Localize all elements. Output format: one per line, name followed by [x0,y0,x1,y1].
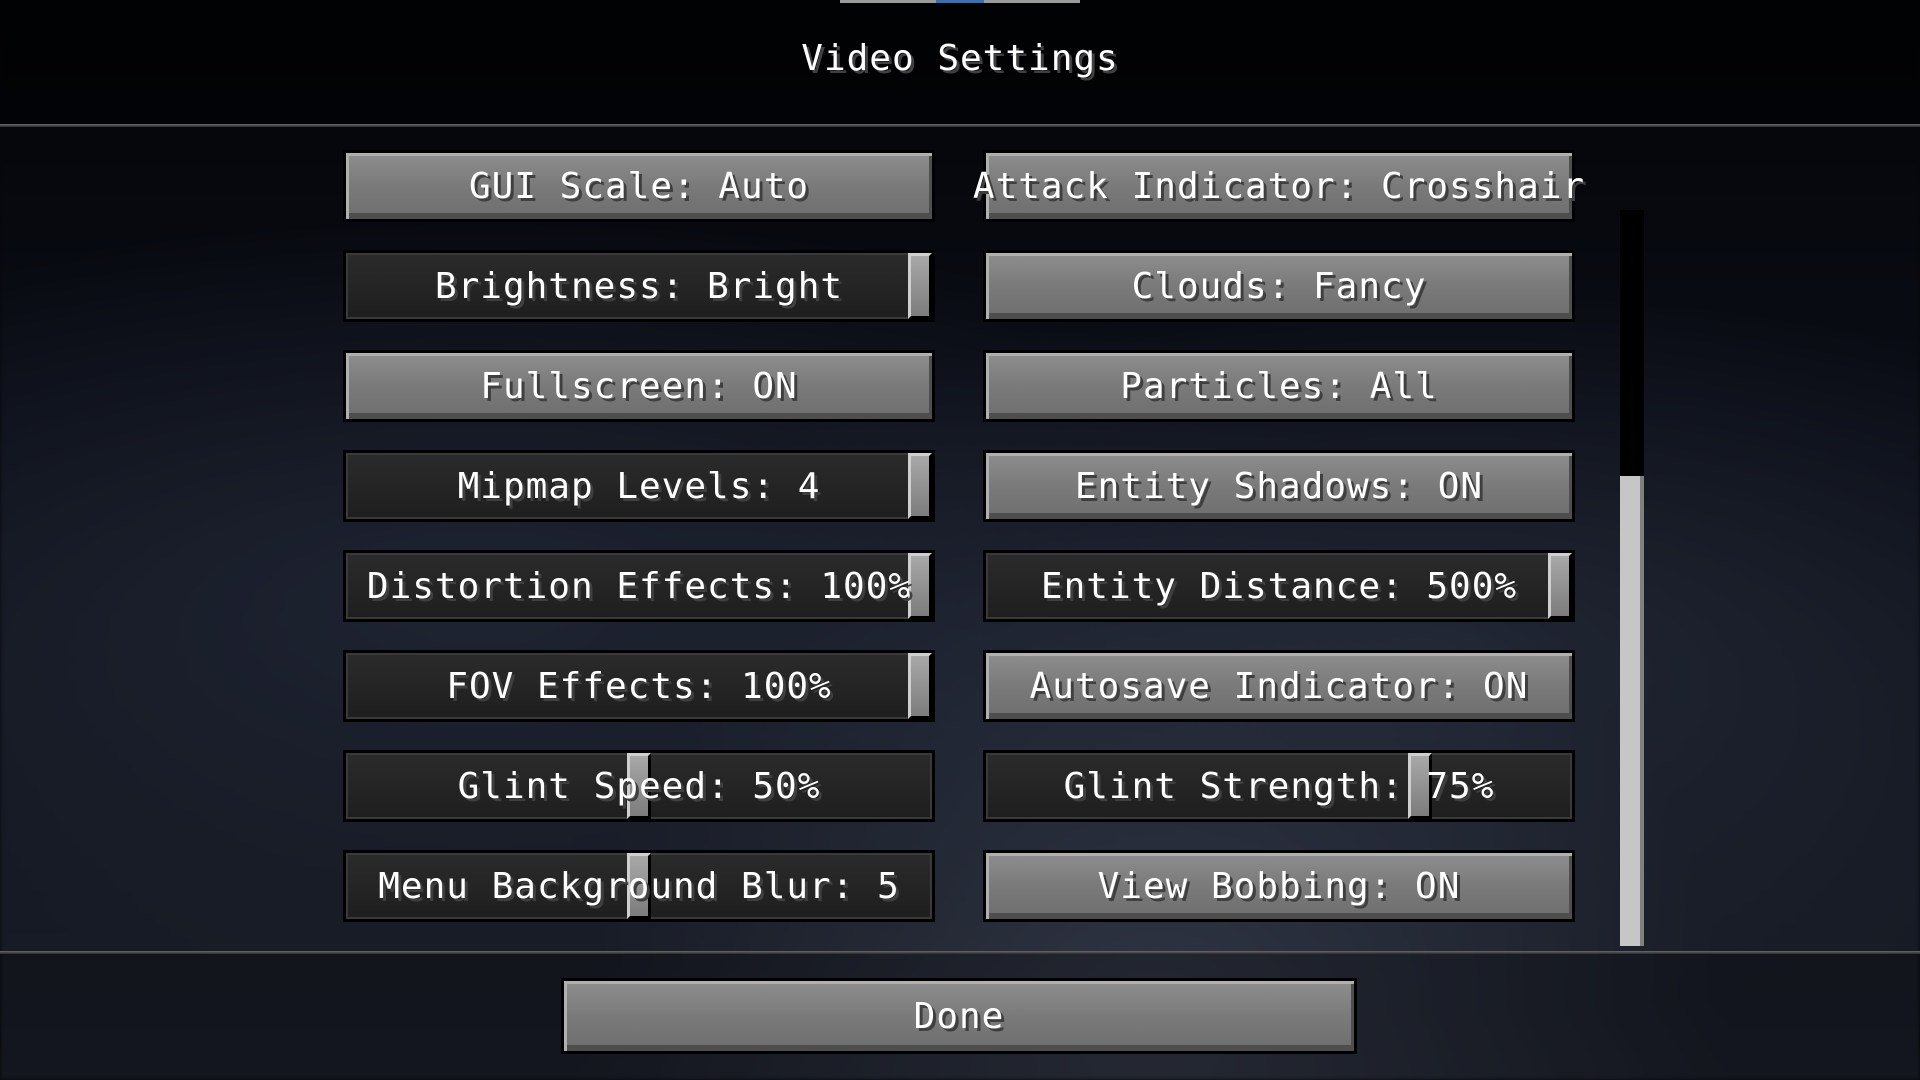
view-bobbing-button[interactable]: View Bobbing: ON [983,850,1575,922]
entity-distance-slider[interactable]: Entity Distance: 500% [983,550,1575,622]
gui-scale-label: GUI Scale: Auto [468,165,810,207]
entity-shadows-label: Entity Shadows: ON [1074,465,1484,507]
slider-handle[interactable] [1548,553,1572,619]
clouds-button[interactable]: Clouds: Fancy [983,250,1575,322]
view-bobbing-label: View Bobbing: ON [1097,865,1461,907]
brightness-slider[interactable]: Brightness: Bright [343,250,935,322]
mipmap-levels-slider[interactable]: Mipmap Levels: 4 [343,450,935,522]
gui-scale-button[interactable]: GUI Scale: Auto [343,150,935,222]
autosave-indicator-button[interactable]: Autosave Indicator: ON [983,650,1575,722]
footer-separator [0,951,1920,954]
fullscreen-label: Fullscreen: ON [480,365,798,407]
menu-background-blur-label: Menu Background Blur: 5 [378,865,900,907]
fov-effects-label: FOV Effects: 100% [446,665,832,707]
slider-handle[interactable] [908,653,932,719]
fullscreen-button[interactable]: Fullscreen: ON [343,350,935,422]
attack-indicator-label: Attack Indicator: Crosshair [972,165,1586,207]
scrollbar-thumb[interactable] [1620,476,1644,946]
distortion-effects-slider[interactable]: Distortion Effects: 100% [343,550,935,622]
tab-indicator [840,0,1080,3]
entity-distance-label: Entity Distance: 500% [1040,565,1518,607]
mipmap-levels-label: Mipmap Levels: 4 [457,465,821,507]
glint-strength-label: Glint Strength: 75% [1063,765,1495,807]
tab-indicator-selected [936,0,984,3]
glint-speed-slider[interactable]: Glint Speed: 50% [343,750,935,822]
brightness-label: Brightness: Bright [434,265,844,307]
clouds-label: Clouds: Fancy [1131,265,1427,307]
done-button[interactable]: Done [561,978,1357,1054]
glint-strength-slider[interactable]: Glint Strength: 75% [983,750,1575,822]
slider-handle[interactable] [908,553,932,619]
autosave-indicator-label: Autosave Indicator: ON [1029,665,1529,707]
glint-speed-label: Glint Speed: 50% [457,765,821,807]
particles-button[interactable]: Particles: All [983,350,1575,422]
done-button-label: Done [913,995,1005,1037]
header-separator [0,124,1920,127]
attack-indicator-button[interactable]: Attack Indicator: Crosshair [973,150,1584,222]
fov-effects-slider[interactable]: FOV Effects: 100% [343,650,935,722]
entity-shadows-button[interactable]: Entity Shadows: ON [983,450,1575,522]
distortion-effects-label: Distortion Effects: 100% [366,565,912,607]
slider-handle[interactable] [908,453,932,519]
options-list: GUI Scale: Auto Attack Indicator: Crossha… [343,150,1584,930]
slider-handle[interactable] [908,253,932,319]
menu-background-blur-slider[interactable]: Menu Background Blur: 5 [343,850,935,922]
screen-title: Video Settings [801,38,1119,79]
particles-label: Particles: All [1120,365,1438,407]
